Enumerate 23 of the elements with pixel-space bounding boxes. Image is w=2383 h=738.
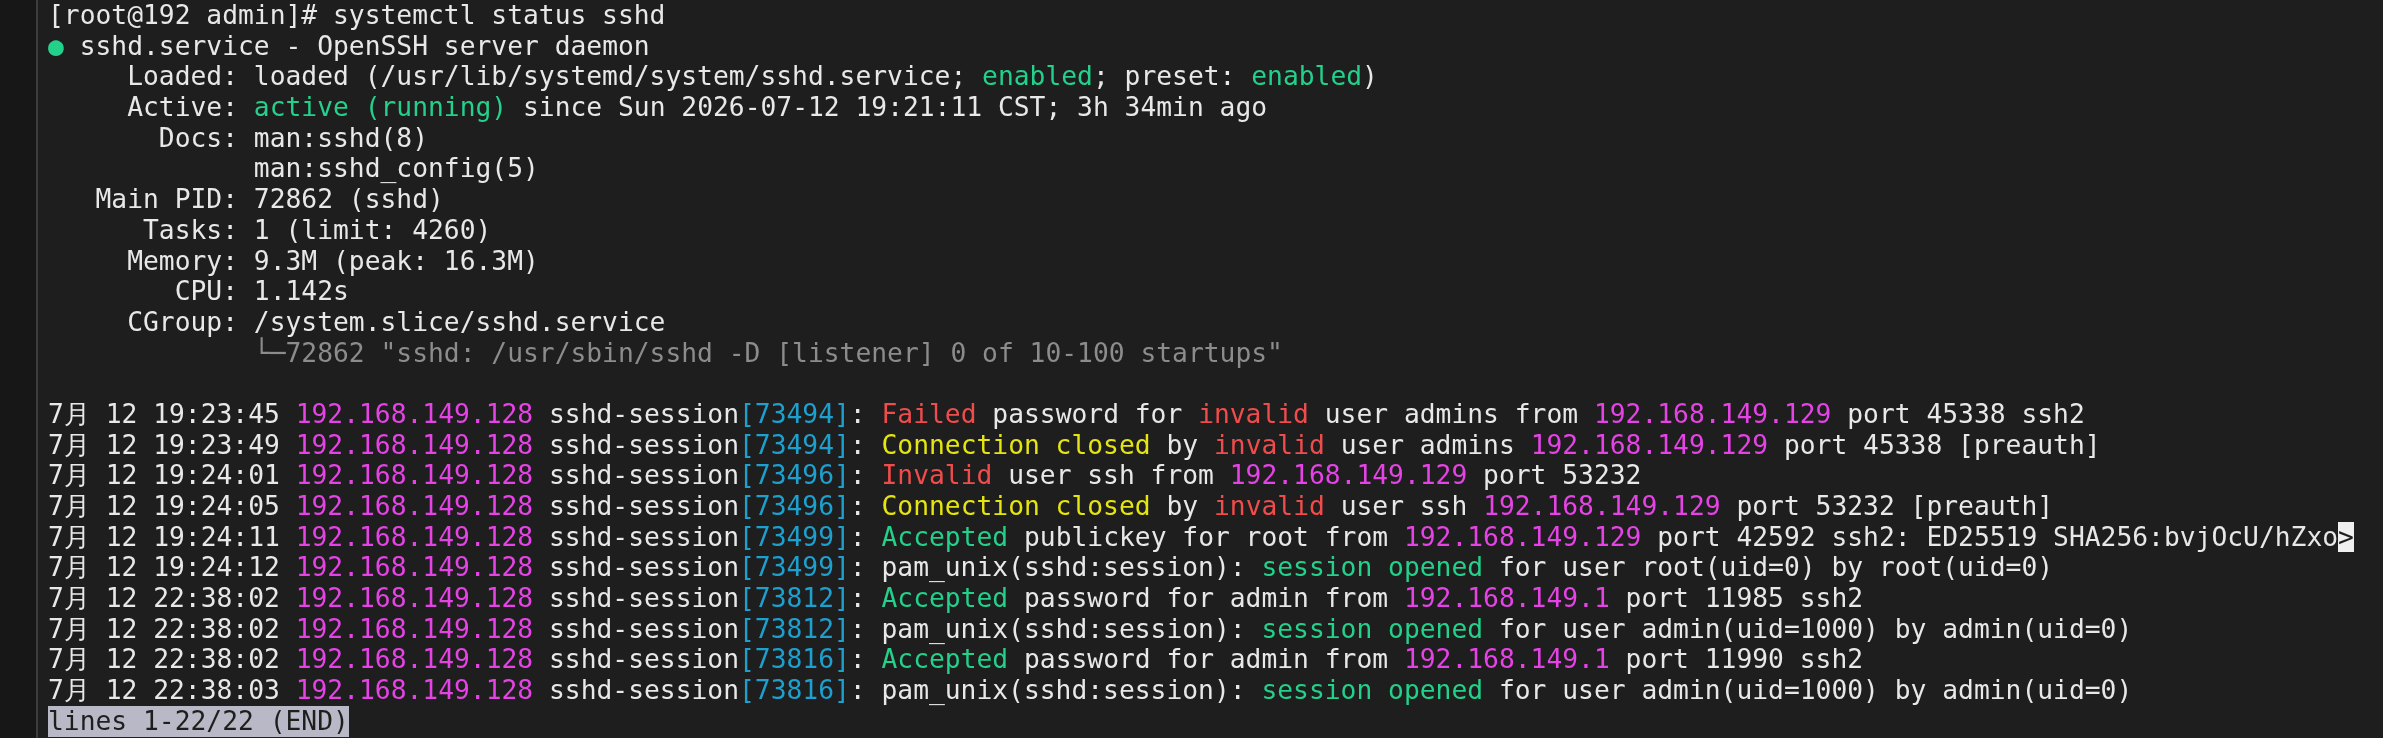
log-line: 7月 12 19:24:11 192.168.149.128 sshd-session[73499]: Accepted publickey for root from 192.168.149.129 port 42592 ssh2: ED25519 SHA256:bvjOcU/hZxo>: [48, 521, 2354, 553]
log-line: 7月 12 22:38:02 192.168.149.128 sshd-session[73816]: Accepted password for admin from 192.168.149.1 port 11990 ssh2: [48, 644, 1864, 676]
log-line: 7月 12 19:24:01 192.168.149.128 sshd-session[73496]: Invalid user ssh from 192.168.149.129 port 53232: [48, 460, 1642, 491]
log-line: 7月 12 19:23:49 192.168.149.128 sshd-session[73494]: Connection closed by invalid user admins 192.168.149.129 port 45338 [preauth]: [48, 429, 2101, 461]
pager-status-bar: lines 1-22/22 (END): [48, 705, 349, 737]
log-line: 7月 12 22:38:02 192.168.149.128 sshd-session[73812]: pam_unix(sshd:session): session opened for user admin(uid=1000) by admin(uid=0): [48, 613, 2133, 645]
log-line: 7月 12 22:38:02 192.168.149.128 sshd-session[73812]: Accepted password for admin from 192.168.149.1 port 11985 ssh2: [48, 583, 1864, 614]
terminal-line: Loaded: loaded (/usr/lib/systemd/system/sshd.service; enabled; preset: enabled): [126, 61, 1378, 93]
terminal-line: Docs: man:sshd(8): [157, 122, 428, 154]
terminal-line: CGroup: /system.slice/sshd.service: [126, 306, 666, 337]
log-line: 7月 12 19:23:45 192.168.149.128 sshd-session[73494]: Failed password for invalid user admins from 192.168.149.129 port 45338 ssh2: [48, 398, 2085, 430]
terminal-line: CPU: 1.142s: [173, 276, 349, 307]
terminal-line: Active: active (running) since Sun 2026-07-12 19:21:11 CST; 3h 34min ago: [126, 92, 1268, 123]
terminal-line: ● sshd.service - OpenSSH server daemon: [48, 30, 650, 62]
terminal-line: [root@192 admin]# systemctl status sshd: [48, 0, 666, 31]
terminal-line: Main PID: 72862 (sshd): [94, 184, 444, 215]
log-line: 7月 12 19:24:05 192.168.149.128 sshd-session[73496]: Connection closed by invalid user ssh 192.168.149.129 port 53232 [preauth]: [48, 491, 2054, 522]
log-line: 7月 12 19:24:12 192.168.149.128 sshd-session[73499]: pam_unix(sshd:session): session opened for user root(uid=0) by root(uid=0): [48, 552, 2054, 584]
log-line: 7月 12 22:38:03 192.168.149.128 sshd-session[73816]: pam_unix(sshd:session): session opened for user admin(uid=1000) by admin(uid=0): [48, 675, 2133, 706]
terminal-line: Tasks: 1 (limit: 4260): [142, 214, 492, 246]
terminal-line: └─72862 "sshd: /usr/sbin/sshd -D [listener] 0 of 10-100 startups": [252, 337, 1283, 369]
terminal-line: Memory: 9.3M (peak: 16.3M): [126, 245, 539, 277]
terminal-line: man:sshd_config(5): [252, 153, 539, 185]
